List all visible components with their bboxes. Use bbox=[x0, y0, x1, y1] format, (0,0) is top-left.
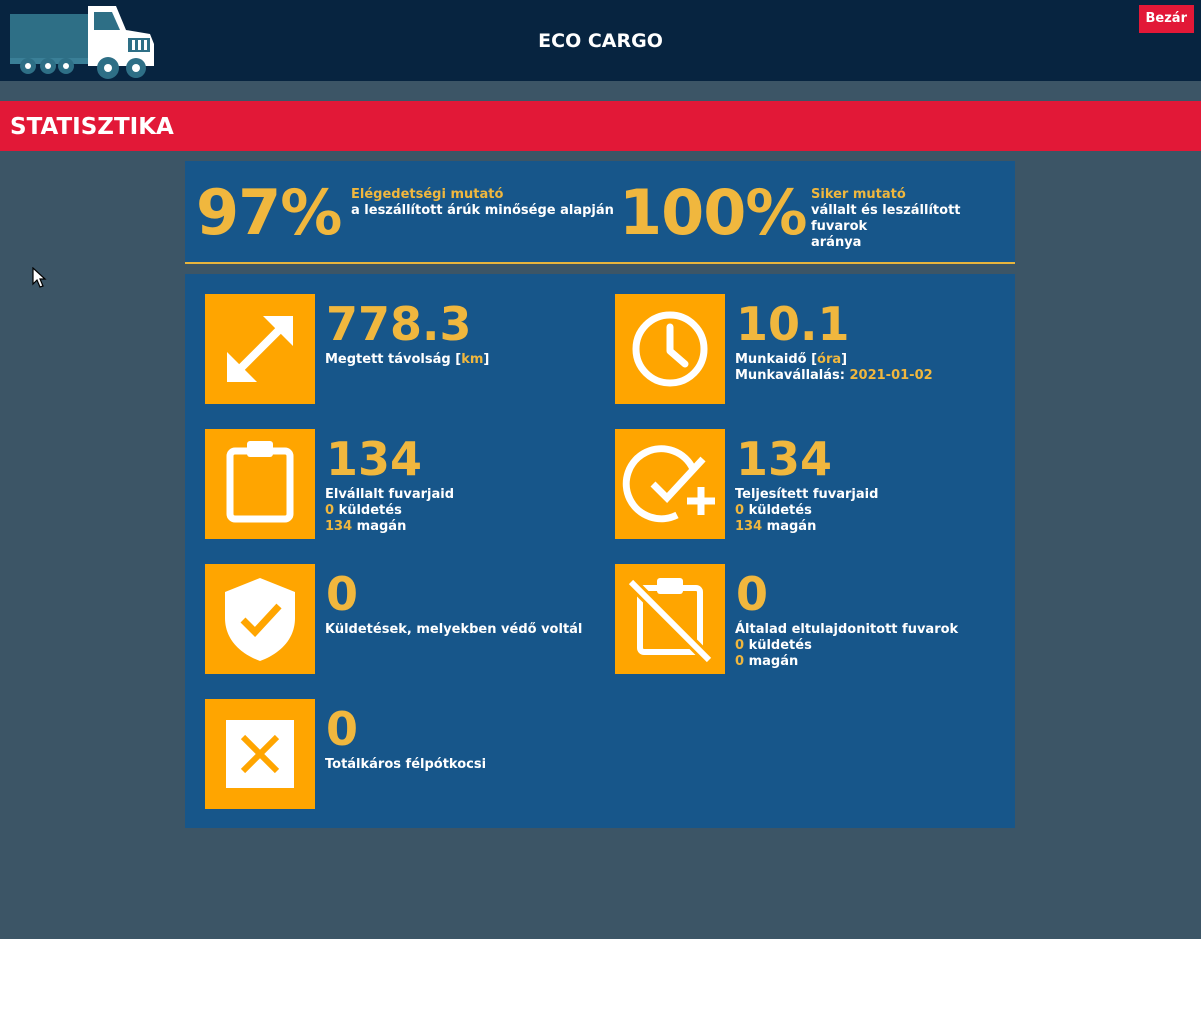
check-plus-icon bbox=[622, 445, 715, 523]
defender-tile bbox=[205, 564, 315, 674]
satisfaction-value: 97% bbox=[196, 176, 342, 249]
stolen-tile bbox=[615, 564, 725, 674]
accepted-missions: 0 küldetés bbox=[325, 503, 402, 518]
resize-arrows-icon bbox=[227, 316, 293, 382]
distance-label: Megtett távolság [km] bbox=[325, 352, 490, 367]
worktime-label: Munkaidő [óra] bbox=[735, 352, 848, 367]
stolen-label: Általad eltulajdonitott fuvarok bbox=[735, 622, 959, 637]
accepted-value: 134 bbox=[326, 432, 423, 486]
worktime-tile bbox=[615, 294, 725, 404]
close-button[interactable]: Bezár bbox=[1138, 5, 1194, 33]
worktime-since-date: 2021-01-02 bbox=[849, 368, 933, 383]
stolen-value: 0 bbox=[736, 567, 769, 621]
wrecked-label: Totálkáros félpótkocsi bbox=[325, 757, 487, 772]
distance-value: 778.3 bbox=[326, 297, 472, 351]
mouse-cursor-icon bbox=[32, 267, 47, 288]
distance-tile bbox=[205, 294, 315, 404]
defender-value: 0 bbox=[326, 567, 359, 621]
satisfaction-desc: a leszállított árúk minősége alapján bbox=[351, 203, 614, 218]
accepted-label: Elvállalt fuvarjaid bbox=[325, 487, 455, 502]
accepted-private: 134 magán bbox=[325, 519, 407, 534]
completed-label: Teljesített fuvarjaid bbox=[735, 487, 879, 502]
defender-label: Küldetések, melyekben védő voltál bbox=[325, 622, 583, 637]
stolen-missions: 0 küldetés bbox=[735, 638, 812, 653]
worktime-since: Munkavállalás: 2021-01-02 bbox=[735, 368, 933, 383]
success-label: Siker mutató bbox=[811, 187, 906, 202]
completed-value: 134 bbox=[736, 432, 833, 486]
stolen-private: 0 magán bbox=[735, 654, 799, 669]
worktime-value: 10.1 bbox=[736, 297, 850, 351]
success-value: 100% bbox=[619, 176, 808, 249]
worktime-unit: óra bbox=[817, 352, 842, 367]
clipboard-icon bbox=[226, 441, 294, 523]
completed-tile bbox=[615, 429, 725, 539]
section-header: STATISZTIKA bbox=[0, 101, 1201, 151]
wrecked-tile bbox=[205, 699, 315, 809]
accepted-tile bbox=[205, 429, 315, 539]
clipboard-off-icon bbox=[626, 577, 714, 665]
section-title: STATISZTIKA bbox=[10, 114, 174, 140]
top-bar: ECO CARGO Bezár bbox=[0, 0, 1201, 81]
success-text: Siker mutató vállalt és leszállított fuv… bbox=[811, 187, 1015, 251]
success-desc-line2: aránya bbox=[811, 235, 862, 250]
clock-icon bbox=[632, 311, 708, 387]
close-box-icon bbox=[226, 720, 294, 788]
app-title: ECO CARGO bbox=[538, 30, 663, 52]
app-window: ECO CARGO Bezár STATISZTIKA 97% Elégedet… bbox=[0, 0, 1201, 939]
completed-private: 134 magán bbox=[735, 519, 817, 534]
stats-panel: 778.3 Megtett távolság [km] 10.1 Munkaid… bbox=[185, 274, 1015, 828]
success-desc-line1: vállalt és leszállított fuvarok bbox=[811, 203, 961, 234]
distance-unit: km bbox=[461, 352, 484, 367]
satisfaction-text: Elégedetségi mutató a leszállított árúk … bbox=[351, 187, 614, 219]
shield-check-icon bbox=[225, 578, 295, 661]
wrecked-value: 0 bbox=[326, 702, 359, 756]
completed-missions: 0 küldetés bbox=[735, 503, 812, 518]
satisfaction-label: Elégedetségi mutató bbox=[351, 187, 504, 202]
summary-panel: 97% Elégedetségi mutató a leszállított á… bbox=[185, 161, 1015, 264]
